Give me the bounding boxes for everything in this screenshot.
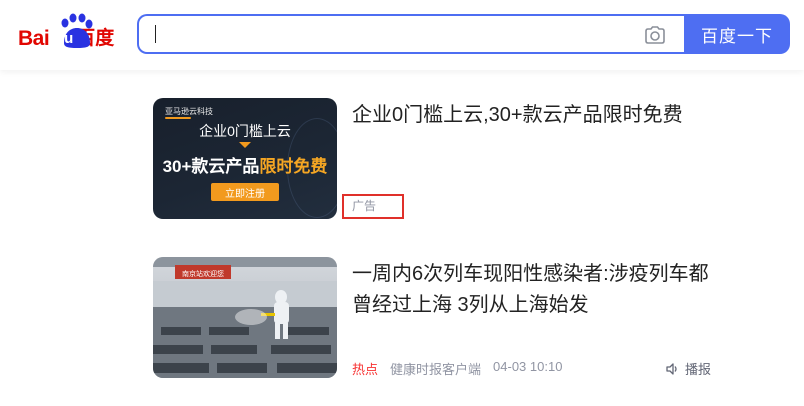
banner-subheadline: 30+款云产品限时免费 bbox=[153, 152, 337, 177]
read-aloud-label: 播报 bbox=[685, 362, 712, 377]
feed-item-news[interactable]: 南京站欢迎您 一周内6次列车现阳性感染者:涉疫列车都曾经过上海 3列从上海始发 … bbox=[153, 257, 723, 379]
banner-subheadline-a: 30+款云产品 bbox=[162, 157, 260, 176]
camera-icon[interactable] bbox=[644, 25, 666, 45]
search-button[interactable]: 百度一下 bbox=[684, 14, 790, 54]
brand-smile-icon bbox=[165, 117, 191, 119]
banner-register-button[interactable]: 立即注册 bbox=[211, 183, 279, 201]
hot-badge: 热点 bbox=[352, 362, 379, 377]
read-aloud-button[interactable]: 播报 bbox=[665, 359, 711, 378]
down-arrow-icon bbox=[239, 142, 251, 148]
text-caret bbox=[155, 25, 156, 43]
news-source[interactable]: 健康时报客户端 bbox=[390, 359, 481, 378]
feed-item-ad[interactable]: 亚马逊云科技 企业0门槛上云 30+款云产品限时免费 立即注册 企业0门槛上云,… bbox=[153, 98, 723, 220]
logo-text-du: du bbox=[55, 30, 74, 47]
search-input[interactable] bbox=[137, 14, 684, 54]
baidu-logo[interactable]: Bai du 百度 bbox=[18, 13, 114, 50]
feed-item-title[interactable]: 企业0门槛上云,30+款云产品限时免费 bbox=[352, 100, 722, 131]
top-bar: Bai du 百度 百度一下 bbox=[0, 0, 804, 70]
search-field[interactable] bbox=[153, 22, 623, 46]
banner-headline: 企业0门槛上云 bbox=[199, 123, 291, 139]
feed-item-title[interactable]: 一周内6次列车现阳性感染者:涉疫列车都曾经过上海 3列从上海始发 bbox=[352, 259, 722, 321]
banner-subheadline-b: 限时免费 bbox=[259, 157, 328, 176]
news-image[interactable]: 南京站欢迎您 bbox=[153, 257, 337, 378]
ad-label: 广告 bbox=[342, 194, 404, 219]
banner-brand: 亚马逊云科技 bbox=[165, 107, 213, 116]
feed-item-meta: 热点 健康时报客户端 04-03 10:10 bbox=[352, 359, 562, 378]
ad-banner-image[interactable]: 亚马逊云科技 企业0门槛上云 30+款云产品限时免费 立即注册 bbox=[153, 98, 337, 219]
logo-text-bai: Bai bbox=[18, 27, 50, 50]
station-scene: 南京站欢迎您 bbox=[153, 257, 337, 378]
station-sign: 南京站欢迎您 bbox=[182, 269, 224, 278]
news-time: 04-03 10:10 bbox=[493, 359, 563, 374]
speaker-icon bbox=[666, 362, 677, 375]
